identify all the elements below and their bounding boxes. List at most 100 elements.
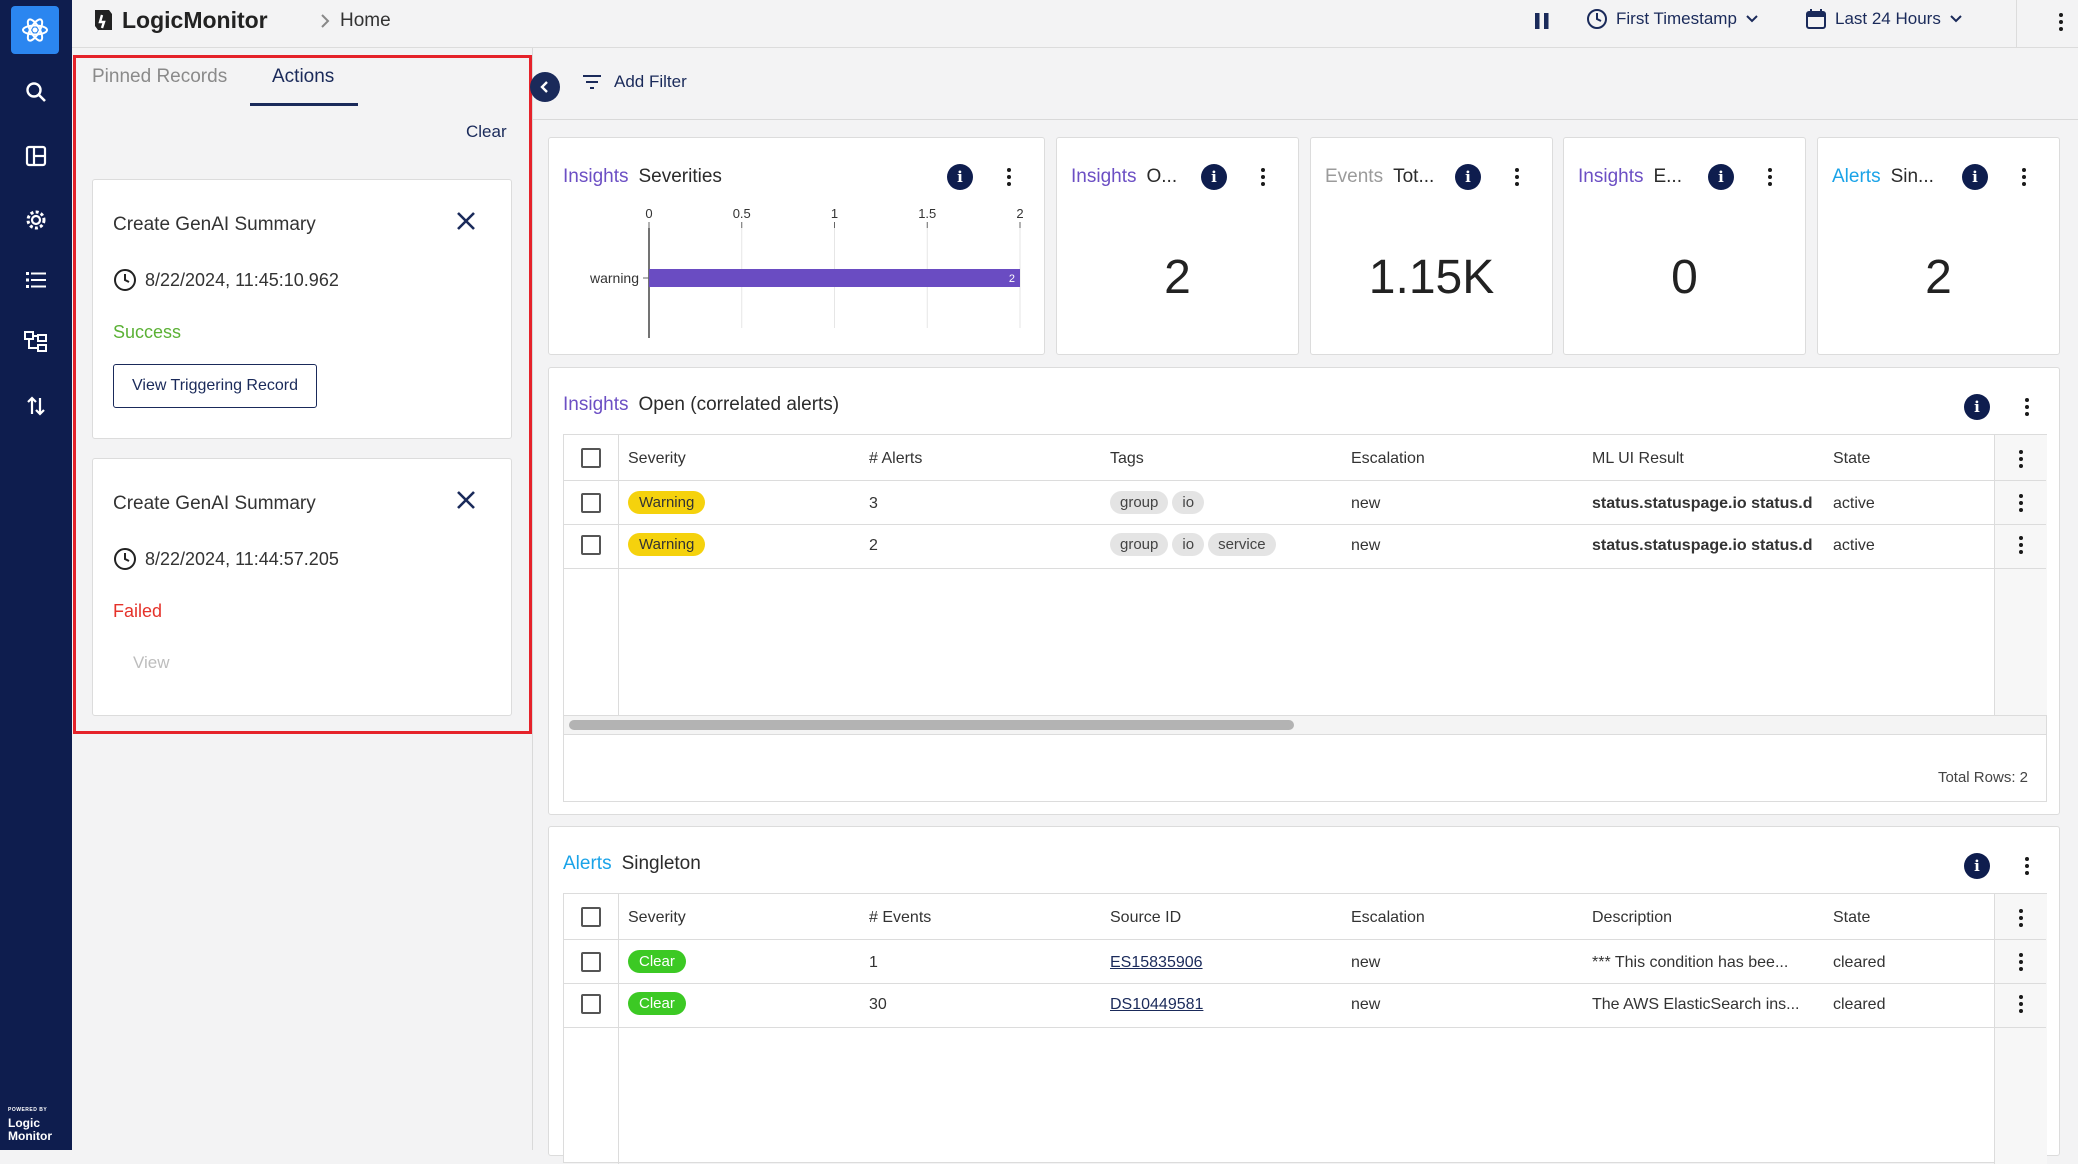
brand[interactable]: LogicMonitor — [90, 6, 268, 34]
widget-title: Insights O... — [1071, 166, 1178, 187]
tag[interactable]: group — [1110, 533, 1169, 556]
tab-actions[interactable]: Actions — [272, 66, 334, 88]
severity-badge: Warning — [628, 533, 706, 556]
more-options-icon[interactable] — [1766, 168, 1774, 186]
tab-pinned-records[interactable]: Pinned Records — [92, 66, 227, 88]
tag[interactable]: service — [1208, 533, 1276, 556]
info-icon[interactable]: i — [1964, 394, 1990, 420]
table-row[interactable]: Clear 1 ES15835906 new *** This conditio… — [564, 940, 2046, 983]
more-options-icon[interactable] — [1513, 168, 1521, 186]
nav-rail: POWERED BY Logic Monitor — [0, 0, 72, 1150]
column-header-description[interactable]: Description — [1592, 909, 1672, 927]
tag[interactable]: group — [1110, 491, 1169, 514]
select-all-checkbox[interactable] — [581, 907, 601, 927]
clock-icon — [1587, 9, 1607, 29]
data-label: 2 — [1009, 273, 1015, 285]
time-range-selector[interactable]: Last 24 Hours — [1805, 8, 1963, 30]
column-header-tags[interactable]: Tags — [1110, 450, 1144, 468]
column-header-escalation[interactable]: Escalation — [1351, 450, 1425, 468]
more-options-icon[interactable] — [2023, 857, 2031, 875]
select-all-checkbox[interactable] — [581, 448, 601, 468]
row-options-icon[interactable] — [2017, 953, 2025, 971]
table-row[interactable]: Warning 3 group io new status.statuspage… — [564, 481, 2046, 524]
close-icon[interactable] — [455, 489, 477, 516]
topology-icon[interactable] — [18, 324, 54, 360]
info-icon[interactable]: i — [947, 164, 973, 190]
breadcrumb-home[interactable]: Home — [340, 10, 391, 32]
column-header-alerts[interactable]: # Alerts — [869, 450, 922, 468]
x-tick-label: 0.5 — [733, 208, 751, 221]
add-filter-button[interactable]: Add Filter — [582, 72, 687, 92]
info-icon[interactable]: i — [1962, 164, 1988, 190]
gear-icon[interactable] — [18, 202, 54, 238]
tag-list: group io — [1110, 491, 1208, 514]
insights-open-widget: Insights O... i 2 — [1056, 137, 1299, 355]
column-header-escalation[interactable]: Escalation — [1351, 909, 1425, 927]
horizontal-scrollbar[interactable] — [564, 715, 2046, 735]
escalation: new — [1351, 996, 1381, 1013]
row-options-icon[interactable] — [2017, 536, 2025, 554]
breadcrumb: Home — [320, 10, 391, 32]
list-icon[interactable] — [18, 262, 54, 298]
chevron-left-icon — [540, 81, 548, 93]
more-options-icon[interactable] — [1005, 168, 1013, 186]
transfer-icon[interactable] — [18, 388, 54, 424]
description: The AWS ElasticSearch ins... — [1592, 996, 1800, 1013]
widget-title: Insights Open (correlated alerts) — [563, 394, 840, 415]
table-row[interactable]: Clear 30 DS10449581 new The AWS ElasticS… — [564, 984, 2046, 1027]
app-logo-icon[interactable] — [11, 6, 59, 54]
more-options-icon[interactable] — [2020, 168, 2028, 186]
tag[interactable]: io — [1172, 491, 1205, 514]
column-header-severity[interactable]: Severity — [628, 909, 686, 927]
widget-value: 0 — [1671, 251, 1698, 304]
column-divider — [618, 894, 619, 1164]
close-icon[interactable] — [455, 210, 477, 237]
action-title: Create GenAI Summary — [113, 493, 316, 514]
row-checkbox[interactable] — [581, 535, 601, 555]
logicmonitor-logo-icon — [95, 10, 112, 30]
scrollbar-thumb[interactable] — [569, 720, 1294, 730]
divider — [2016, 0, 2017, 48]
event-count: 30 — [869, 996, 887, 1013]
row-checkbox[interactable] — [581, 493, 601, 513]
column-header-source-id[interactable]: Source ID — [1110, 909, 1181, 927]
tag[interactable]: io — [1172, 533, 1205, 556]
event-count: 1 — [869, 954, 878, 971]
view-triggering-record-button[interactable]: View Triggering Record — [113, 364, 318, 408]
column-divider — [618, 435, 619, 715]
dashboard-icon[interactable] — [18, 138, 54, 174]
severity-badge: Clear — [628, 950, 686, 973]
row-checkbox[interactable] — [581, 994, 601, 1014]
filter-icon — [583, 75, 601, 89]
row-options-icon[interactable] — [2017, 494, 2025, 512]
clear-button[interactable]: Clear — [466, 122, 507, 142]
pause-icon[interactable] — [1533, 11, 1551, 36]
action-card: Create GenAI Summary 8/22/2024, 11:44:57… — [92, 458, 512, 716]
brand-name: LogicMonitor — [122, 6, 268, 33]
widget-title: Insights E... — [1578, 166, 1682, 187]
open-alerts-widget: Insights Open (correlated alerts) i Sever… — [548, 367, 2060, 815]
table-row[interactable]: Warning 2 group io service new status.st… — [564, 525, 2046, 568]
column-header-severity[interactable]: Severity — [628, 450, 686, 468]
column-header-events[interactable]: # Events — [869, 909, 931, 927]
timestamp-selector[interactable]: First Timestamp — [1586, 8, 1759, 30]
collapse-panel-button[interactable] — [530, 72, 560, 102]
more-options-icon[interactable] — [2057, 13, 2065, 31]
more-options-icon[interactable] — [2023, 398, 2031, 416]
info-icon[interactable]: i — [1201, 164, 1227, 190]
view-button[interactable]: View — [133, 653, 170, 673]
info-icon[interactable]: i — [1708, 164, 1734, 190]
column-options-icon[interactable] — [2017, 909, 2025, 927]
row-checkbox[interactable] — [581, 952, 601, 972]
info-icon[interactable]: i — [1964, 853, 1990, 879]
more-options-icon[interactable] — [1259, 168, 1267, 186]
row-options-icon[interactable] — [2017, 995, 2025, 1013]
source-id-link[interactable]: DS10449581 — [1110, 996, 1203, 1014]
column-options-icon[interactable] — [2017, 450, 2025, 468]
column-header-state[interactable]: State — [1833, 450, 1870, 468]
column-header-ml-result[interactable]: ML UI Result — [1592, 450, 1684, 468]
search-icon[interactable] — [18, 74, 54, 110]
column-header-state[interactable]: State — [1833, 909, 1870, 927]
source-id-link[interactable]: ES15835906 — [1110, 954, 1203, 972]
info-icon[interactable]: i — [1455, 164, 1481, 190]
